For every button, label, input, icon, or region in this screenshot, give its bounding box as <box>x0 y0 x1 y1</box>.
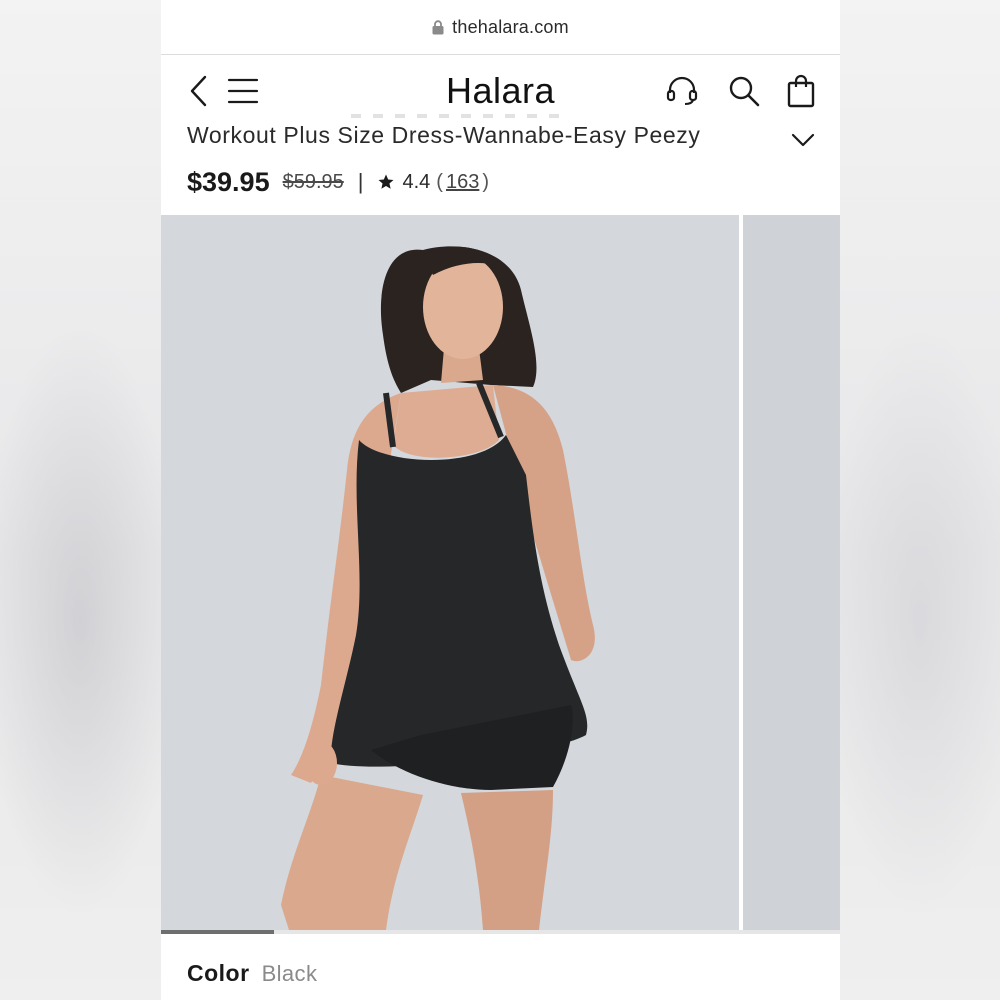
scrolled-text-remnant <box>351 114 571 118</box>
shopping-bag-icon[interactable] <box>783 73 819 109</box>
gallery-progress-fill <box>161 930 275 934</box>
review-count-link[interactable]: 163 <box>446 171 479 194</box>
model-wearing-dress-image <box>161 215 739 930</box>
paren-close: ) <box>482 170 490 193</box>
mobile-page: thehalara.com Halara Workout Plus Size D… <box>161 0 840 1000</box>
product-title: Workout Plus Size Dress-Wannabe-Easy Pee… <box>187 122 701 148</box>
search-icon[interactable] <box>726 73 762 109</box>
selected-color-value: Black <box>261 961 318 986</box>
price-rating-row: $39.95 $59.95 | 4.4 ( 163 ) <box>187 164 489 200</box>
site-header: Halara <box>161 56 840 126</box>
color-label: Color <box>187 960 250 986</box>
headset-icon[interactable] <box>664 73 700 109</box>
color-selector[interactable]: Color Black <box>187 960 317 987</box>
paren-open: ( <box>436 170 443 193</box>
url-text: thehalara.com <box>452 16 569 37</box>
product-photo[interactable] <box>161 215 739 930</box>
gallery-progress-bar <box>161 930 840 934</box>
rating-value: 4.4 <box>402 170 431 193</box>
lock-icon <box>432 19 444 35</box>
original-price: $59.95 <box>282 170 344 193</box>
next-product-photo-peek[interactable] <box>743 215 840 930</box>
separator: | <box>357 169 364 194</box>
sale-price: $39.95 <box>187 166 270 197</box>
product-image-gallery[interactable] <box>161 215 840 930</box>
chevron-down-icon[interactable] <box>789 126 817 154</box>
address-bar[interactable]: thehalara.com <box>161 0 840 55</box>
product-title-row[interactable]: Workout Plus Size Dress-Wannabe-Easy Pee… <box>187 122 817 158</box>
star-icon <box>377 173 395 191</box>
